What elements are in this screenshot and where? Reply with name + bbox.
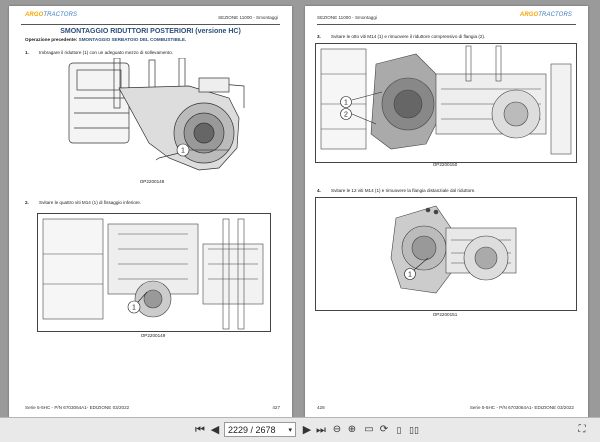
step-2: 2. Svitare le quattro viti M14 (1) di fis…: [25, 200, 142, 205]
reducer-drawing-2: 1: [42, 218, 264, 330]
argo-tractors-logo: ARGOTRACTORS: [519, 12, 572, 18]
figure-op2200151: 1: [315, 197, 577, 311]
figure-caption: OP2200148: [139, 179, 165, 184]
callout-1: 1: [181, 148, 185, 155]
last-page-button[interactable]: ⏭: [314, 423, 328, 437]
callout-1: 1: [132, 305, 136, 312]
step-4: 4. Svitare le 12 viti M14 (1) e rimuovere…: [317, 188, 476, 193]
section-header: SEZIONE 11000 - Smontaggi: [218, 15, 278, 20]
next-page-button[interactable]: ▶: [300, 423, 314, 437]
fullscreen-icon[interactable]: ⛶: [575, 423, 589, 437]
footer-right: Serie 5-5HC - P/N 6703064A1- EDIZIONE 03…: [469, 405, 574, 410]
header-rule: [317, 24, 576, 25]
section-header: SEZIONE 11000 - Smontaggi: [317, 15, 377, 20]
page-title: SMONTAGGIO RIDUTTORI POSTERIORI (version…: [60, 28, 241, 35]
callout-2: 2: [344, 112, 348, 119]
figure-caption: OP2200150: [432, 162, 458, 167]
page-number: 427: [272, 405, 280, 410]
callout-1: 1: [344, 100, 348, 107]
callout-1: 1: [408, 272, 412, 279]
figure-caption: OP2200151: [432, 312, 458, 317]
rotate-icon[interactable]: ⟳: [377, 423, 391, 437]
document-page-left: ARGOTRACTORS SEZIONE 11000 - Smontaggi S…: [9, 6, 292, 418]
zoom-in-icon[interactable]: ⊕: [345, 423, 359, 437]
fit-page-icon[interactable]: ▭: [362, 423, 376, 437]
reducer-drawing-1: 1: [68, 58, 245, 171]
zoom-out-icon[interactable]: ⊖: [330, 423, 344, 437]
page-number-field[interactable]: 2229 / 2678 ▾: [224, 422, 296, 437]
two-page-icon[interactable]: ▯▯: [407, 423, 421, 437]
figure-op2200149: 1: [37, 213, 271, 332]
previous-operation: Operazione precedente: SMONTAGGIO SERBAT…: [25, 37, 187, 42]
page-indicator: 2229 / 2678: [228, 425, 276, 435]
first-page-button[interactable]: ⏮: [193, 423, 207, 437]
chevron-down-icon[interactable]: ▾: [288, 423, 292, 438]
viewer-toolbar: ⏮ ◀ 2229 / 2678 ▾ ▶ ⏭ ⊖ ⊕ ▭ ⟳ ▯ ▯▯ ⛶: [0, 417, 600, 442]
figure-caption: OP2200149: [140, 333, 166, 338]
reducer-drawing-3: 1 2: [320, 45, 572, 155]
argo-tractors-logo: ARGOTRACTORS: [25, 12, 78, 18]
figure-op2200150: 1 2: [315, 43, 577, 163]
reducer-drawing-4: 1: [390, 205, 517, 294]
header-rule: [21, 24, 280, 25]
single-page-icon[interactable]: ▯: [392, 423, 406, 437]
step-3: 3. Svitare le otto viti M14 (1) e rimuove…: [317, 34, 486, 39]
prev-page-button[interactable]: ◀: [208, 423, 222, 437]
page-number: 428: [317, 405, 325, 410]
step-1: 1. Imbragare il riduttore (1) con un adeg…: [25, 50, 174, 55]
document-page-right: SEZIONE 11000 - Smontaggi ARGOTRACTORS 3…: [305, 6, 588, 418]
figure-op2200148: 1: [59, 58, 259, 178]
footer-left: Serie 5-5HC - P/N 6703064A1- EDIZIONE 03…: [25, 405, 130, 410]
